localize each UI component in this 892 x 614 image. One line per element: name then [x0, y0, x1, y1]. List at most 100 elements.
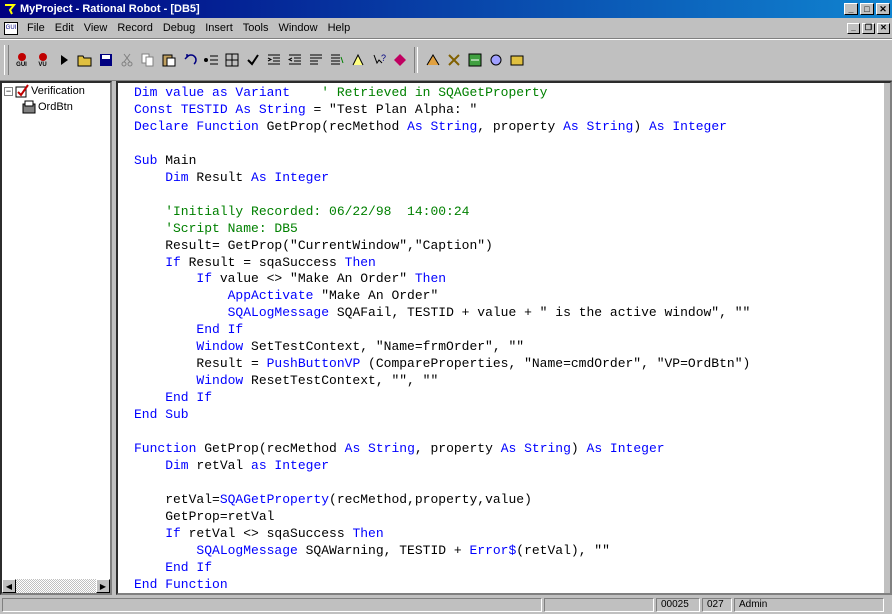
menu-debug[interactable]: Debug	[158, 22, 200, 34]
close-button[interactable]: ✕	[876, 3, 890, 15]
scroll-right-icon[interactable]: ▶	[96, 579, 110, 593]
menu-bar: GUI File Edit View Record Debug Insert T…	[0, 18, 892, 39]
code-line[interactable]: End If	[134, 322, 750, 339]
code-keyword: End Function	[134, 576, 228, 592]
code-line[interactable]: If Result = sqaSuccess Then	[134, 255, 750, 272]
doc-restore-button[interactable]: ❐	[862, 22, 875, 34]
cut-icon[interactable]	[116, 49, 137, 71]
code-line[interactable]: End If	[134, 560, 750, 577]
code-keyword: End If	[134, 322, 244, 338]
log-viewer-icon[interactable]	[485, 49, 506, 71]
status-line-number: 00025	[656, 598, 700, 612]
tree-horizontal-scrollbar[interactable]: ◀ ▶	[2, 579, 110, 593]
code-line[interactable]	[134, 475, 750, 492]
code-line[interactable]	[134, 424, 750, 441]
tree-node-verification[interactable]: − Verification	[2, 83, 110, 99]
tree-node-ordbtn[interactable]: OrdBtn	[2, 99, 110, 115]
scroll-track[interactable]	[16, 579, 96, 593]
editor-vertical-scrollbar[interactable]	[884, 83, 890, 593]
menu-help[interactable]: Help	[323, 22, 356, 34]
code-comment: 'Script Name: DB5	[134, 220, 298, 236]
document-icon[interactable]: GUI	[4, 21, 18, 35]
code-line[interactable]: SQALogMessage SQAWarning, TESTID + Error…	[134, 543, 750, 560]
code-line[interactable]: GetProp=retVal	[134, 509, 750, 526]
code-line[interactable]	[134, 187, 750, 204]
menu-insert[interactable]: Insert	[200, 22, 238, 34]
code-line[interactable]: End If	[134, 390, 750, 407]
breakpoint-icon[interactable]	[221, 49, 242, 71]
compile-icon[interactable]	[347, 49, 368, 71]
code-keyword: PushButtonVP	[266, 356, 361, 372]
code-keyword: Sub	[134, 152, 158, 168]
step-icon[interactable]	[200, 49, 221, 71]
menu-tools[interactable]: Tools	[238, 22, 274, 34]
asset-tree[interactable]: − Verification OrdBtn ◀ ▶	[0, 81, 112, 595]
doc-close-button[interactable]: ✕	[877, 22, 890, 34]
stop-icon[interactable]	[389, 49, 410, 71]
code-line[interactable]: Result = PushButtonVP (CompareProperties…	[134, 356, 750, 373]
uncomment-icon[interactable]	[326, 49, 347, 71]
status-message	[2, 598, 542, 612]
code-keyword: Function	[134, 441, 197, 457]
code-line[interactable]: Function GetProp(recMethod As String, pr…	[134, 441, 750, 458]
menu-file[interactable]: File	[22, 22, 50, 34]
code-line[interactable]: Sub Main	[134, 153, 750, 170]
code-line[interactable]: AppActivate "Make An Order"	[134, 288, 750, 305]
code-line[interactable]: Dim retVal as Integer	[134, 458, 750, 475]
document-window-controls: _ ❐ ✕	[845, 22, 890, 34]
script-code[interactable]: Dim value as Variant ' Retrieved in SQAG…	[134, 85, 751, 593]
undo-icon[interactable]	[179, 49, 200, 71]
collapse-toggle[interactable]: −	[4, 86, 13, 96]
record-vu-script-button[interactable]: VU	[32, 49, 53, 71]
paste-icon[interactable]	[158, 49, 179, 71]
code-line[interactable]: End Function	[134, 576, 750, 593]
code-line[interactable]: SQALogMessage SQAFail, TESTID + value + …	[134, 305, 751, 322]
doc-minimize-button[interactable]: _	[847, 22, 860, 34]
tools-icon[interactable]	[443, 49, 464, 71]
code-keyword: Dim	[134, 169, 189, 185]
maximize-button[interactable]: □	[860, 3, 874, 15]
app-icon[interactable]	[3, 2, 17, 16]
open-icon[interactable]	[74, 49, 95, 71]
help-icon[interactable]: ?	[368, 49, 389, 71]
code-keyword: End Sub	[134, 407, 189, 423]
insert-verification-icon[interactable]	[242, 49, 263, 71]
comparator-icon[interactable]	[506, 49, 527, 71]
minimize-button[interactable]: _	[844, 3, 858, 15]
code-line[interactable]: If retVal <> sqaSuccess Then	[134, 526, 750, 543]
code-line[interactable]: Dim value as Variant ' Retrieved in SQAG…	[134, 85, 750, 102]
code-text: GetProp(recMethod	[196, 441, 345, 457]
code-line[interactable]: Const TESTID As String = "Test Plan Alph…	[134, 102, 750, 119]
title-bar[interactable]: MyProject - Rational Robot - [DB5] _ □ ✕	[0, 0, 892, 18]
code-keyword: SQALogMessage	[134, 542, 298, 558]
comment-icon[interactable]	[305, 49, 326, 71]
record-gui-script-button[interactable]: GUI	[11, 49, 32, 71]
toolbar-grip[interactable]	[4, 45, 9, 75]
code-text: , property	[414, 441, 501, 457]
copy-icon[interactable]	[137, 49, 158, 71]
scroll-left-icon[interactable]: ◀	[2, 579, 16, 593]
code-line[interactable]: Window ResetTestContext, "", ""	[134, 373, 750, 390]
outdent-icon[interactable]	[284, 49, 305, 71]
test-manager-icon[interactable]	[464, 49, 485, 71]
indent-icon[interactable]	[263, 49, 284, 71]
code-line[interactable]	[134, 136, 750, 153]
save-icon[interactable]	[95, 49, 116, 71]
code-line[interactable]: retVal=SQAGetProperty(recMethod,property…	[134, 492, 750, 509]
playback-icon[interactable]	[53, 49, 74, 71]
code-line[interactable]: End Sub	[134, 407, 750, 424]
inspector-icon[interactable]	[422, 49, 443, 71]
code-line[interactable]: If value <> "Make An Order" Then	[134, 271, 750, 288]
menu-view[interactable]: View	[79, 22, 113, 34]
code-line[interactable]: 'Script Name: DB5	[134, 221, 750, 238]
code-line[interactable]: Declare Function GetProp(recMethod As St…	[134, 119, 750, 136]
script-editor[interactable]: Dim value as Variant ' Retrieved in SQAG…	[116, 81, 892, 595]
code-keyword: As String	[344, 441, 415, 457]
code-line[interactable]: Window SetTestContext, "Name=frmOrder", …	[134, 339, 750, 356]
code-line[interactable]: 'Initially Recorded: 06/22/98 14:00:24	[134, 204, 750, 221]
menu-record[interactable]: Record	[112, 22, 157, 34]
code-line[interactable]: Dim Result As Integer	[134, 170, 750, 187]
menu-edit[interactable]: Edit	[50, 22, 79, 34]
menu-window[interactable]: Window	[273, 22, 322, 34]
code-line[interactable]: Result= GetProp("CurrentWindow","Caption…	[134, 238, 750, 255]
